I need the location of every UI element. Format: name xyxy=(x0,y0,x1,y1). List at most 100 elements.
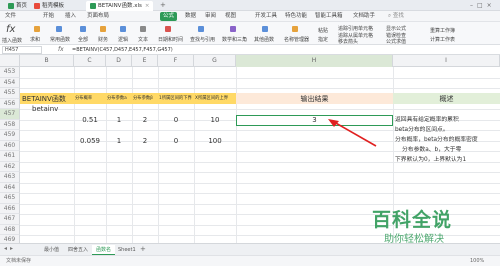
desc-line-3[interactable]: 分布概率，beta分布的概率密度 xyxy=(395,135,478,145)
menu-view[interactable]: 视图 xyxy=(222,12,239,21)
cell-g459[interactable]: 100 xyxy=(194,136,236,146)
menu-review[interactable]: 审阅 xyxy=(202,12,219,21)
tab-docer[interactable]: 稻壳模板 xyxy=(30,1,68,11)
zoom-level[interactable]: 100% xyxy=(470,257,484,266)
desc-line-2[interactable]: beta分布的区间点。 xyxy=(395,125,449,135)
menu-file[interactable]: 文件 xyxy=(2,12,19,21)
fx-icon[interactable]: fx xyxy=(6,24,15,35)
autosum-button[interactable]: 求和 xyxy=(30,36,40,43)
sheet-nav-arrows[interactable]: ◂▸ xyxy=(4,245,16,252)
insert-function-button[interactable]: 插入函数 xyxy=(2,37,22,44)
col-header-e[interactable]: E xyxy=(132,55,158,67)
sheet-tab-2[interactable]: 四舍五入 xyxy=(64,245,92,255)
recalc-workbook-button[interactable]: 重算工作簿 xyxy=(430,27,455,34)
row-header[interactable]: 460 xyxy=(0,140,20,151)
menu-formula[interactable]: 公式 xyxy=(160,12,178,21)
remove-arrows-button[interactable]: 移去箭头 xyxy=(338,38,358,45)
new-tab-icon[interactable]: + xyxy=(160,1,166,10)
date-time-button[interactable]: 日期和时间 xyxy=(158,36,183,43)
paste-button[interactable]: 粘贴 xyxy=(318,27,328,34)
row-header[interactable]: 467 xyxy=(0,214,20,225)
cell-d459[interactable]: 1 xyxy=(106,136,132,146)
name-box[interactable]: H457 xyxy=(2,46,42,54)
other-functions-button[interactable]: 其他函数 xyxy=(254,36,274,43)
row-header[interactable]: 455 xyxy=(0,88,20,99)
cell-hdr-f[interactable]: 1所属区间的下界 xyxy=(159,94,194,104)
row-header[interactable]: 466 xyxy=(0,203,20,214)
close-icon[interactable]: × xyxy=(145,3,150,9)
row-header[interactable]: 453 xyxy=(0,67,20,78)
evaluate-formula-button[interactable]: 公式求值 xyxy=(386,38,406,45)
cell-title[interactable]: BETAINV函数 xyxy=(22,94,66,104)
cell-f459[interactable]: 0 xyxy=(158,136,194,146)
row-header[interactable]: 458 xyxy=(0,119,20,130)
sheet-tab-3[interactable]: 函数名 xyxy=(92,245,116,255)
lookup-button[interactable]: 查找与引用 xyxy=(190,36,215,43)
cell-c459[interactable]: 0.059 xyxy=(74,136,106,146)
search-box[interactable]: ⌕ 查找 xyxy=(385,12,407,21)
cell-hdr-h[interactable]: 输出结果 xyxy=(236,94,393,104)
tab-home[interactable]: 首页 xyxy=(4,1,31,11)
all-functions-button[interactable]: 全部 xyxy=(78,36,88,43)
row-header[interactable]: 457 xyxy=(0,109,20,120)
cell-hdr-g[interactable]: X所属区间的上界 xyxy=(195,94,236,104)
col-header-h[interactable]: H xyxy=(236,55,393,67)
desc-line-1[interactable]: 返回具有给定概率的累积 xyxy=(395,115,459,125)
trace-precedents-button[interactable]: 追踪引用单元格 xyxy=(338,25,373,32)
assign-button[interactable]: 指定 xyxy=(318,36,328,43)
text-button[interactable]: 文本 xyxy=(138,36,148,43)
row-header[interactable]: 464 xyxy=(0,182,20,193)
cell-subtitle[interactable]: betainv xyxy=(32,104,58,114)
add-sheet-icon[interactable]: + xyxy=(140,245,146,254)
menu-data[interactable]: 数据 xyxy=(182,12,199,21)
row-header[interactable]: 456 xyxy=(0,98,20,109)
window-controls[interactable]: –□× xyxy=(470,1,496,10)
col-header-f[interactable]: F xyxy=(158,55,194,67)
desc-line-4[interactable]: 分布参数a、b，大于零 xyxy=(402,145,461,155)
common-functions-button[interactable]: 常用函数 xyxy=(50,36,70,43)
financial-button[interactable]: 财务 xyxy=(98,36,108,43)
cell-e457[interactable]: 2 xyxy=(132,115,158,125)
row-header[interactable]: 465 xyxy=(0,193,20,204)
sheet-tab-1[interactable]: 最小值 xyxy=(40,245,63,255)
tab-document[interactable]: BETAINV函数.xls × xyxy=(86,1,154,11)
row-header[interactable]: 468 xyxy=(0,224,20,235)
star-icon xyxy=(56,26,62,32)
formula-input[interactable]: =BETAINV(C457,D457,E457,F457,G457) xyxy=(72,45,173,55)
col-header-g[interactable]: G xyxy=(194,55,236,67)
cell-f457[interactable]: 0 xyxy=(158,115,194,125)
menu-page-layout[interactable]: 页面布局 xyxy=(84,12,112,21)
row-header[interactable]: 454 xyxy=(0,77,20,88)
show-formulas-button[interactable]: 显示公式 xyxy=(386,25,406,32)
logical-button[interactable]: 逻辑 xyxy=(118,36,128,43)
row-header[interactable]: 461 xyxy=(0,151,20,162)
desc-line-5[interactable]: 下界默认为0，上界默认为1 xyxy=(395,155,466,165)
select-all-corner[interactable] xyxy=(0,55,20,67)
row-header[interactable]: 463 xyxy=(0,172,20,183)
cell-g457[interactable]: 10 xyxy=(194,115,236,125)
cell-hdr-e[interactable]: 分布参数β xyxy=(133,94,158,104)
cell-hdr-d[interactable]: 分布参数a xyxy=(107,94,132,104)
cell-c457[interactable]: 0.51 xyxy=(74,115,106,125)
cell-e459[interactable]: 2 xyxy=(132,136,158,146)
menu-doc-assistant[interactable]: 文档助手 xyxy=(350,12,378,21)
menu-toolbox[interactable]: 智能工具箱 xyxy=(312,12,346,21)
calc-sheet-button[interactable]: 计算工作表 xyxy=(430,36,455,43)
row-header[interactable]: 459 xyxy=(0,130,20,141)
sheet-tab-4[interactable]: Sheet1 xyxy=(114,245,140,255)
math-button[interactable]: 数学和三角 xyxy=(222,36,247,43)
col-header-b[interactable]: B xyxy=(20,55,74,67)
menu-special[interactable]: 特色功能 xyxy=(282,12,310,21)
menu-home[interactable]: 开始 xyxy=(40,12,57,21)
menu-developer[interactable]: 开发工具 xyxy=(252,12,280,21)
fx-button[interactable]: fx xyxy=(58,45,64,55)
menu-insert[interactable]: 插入 xyxy=(62,12,79,21)
col-header-d[interactable]: D xyxy=(106,55,132,67)
cell-d457[interactable]: 1 xyxy=(106,115,132,125)
row-header[interactable]: 462 xyxy=(0,161,20,172)
name-manager-button[interactable]: 名称管理器 xyxy=(284,36,309,43)
cell-hdr-c[interactable]: 分布概率 xyxy=(75,94,106,104)
col-header-c[interactable]: C xyxy=(74,55,106,67)
col-header-i[interactable]: I xyxy=(393,55,500,67)
cell-hdr-i[interactable]: 概述 xyxy=(393,94,500,104)
